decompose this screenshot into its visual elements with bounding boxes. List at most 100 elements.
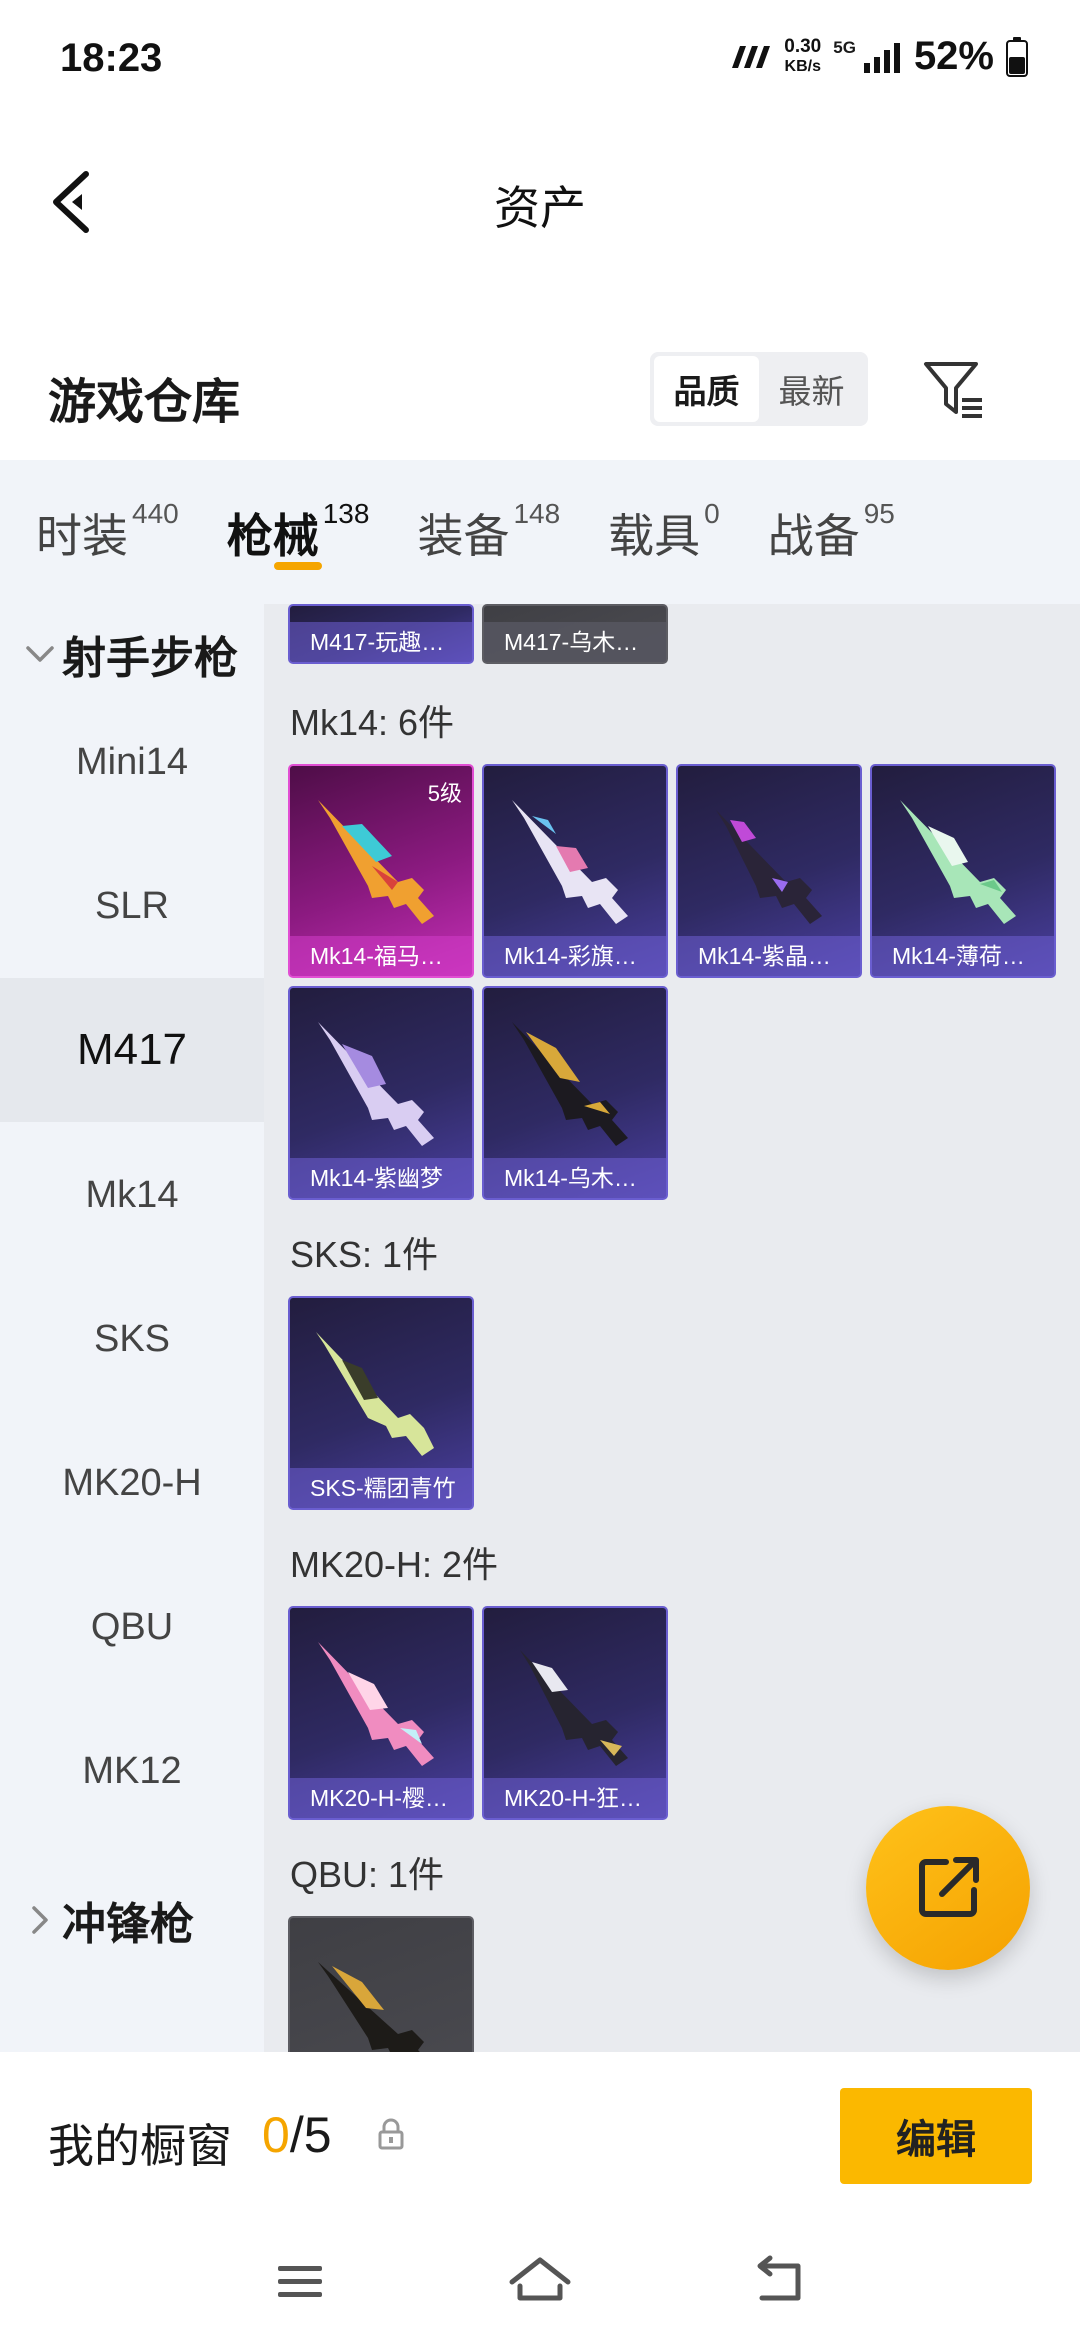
tab-count: 148 [513,498,561,529]
skin-card[interactable]: Mk14-乌木… [482,986,668,1200]
rifle-skin-image [900,800,1016,924]
sidebar-group-marksman-rifle[interactable]: 射手步枪 [0,628,264,683]
tab-fashion[interactable]: 时装 440 [36,460,179,604]
skin-name: MK20-H-狂… [484,1778,666,1818]
tab-label: 时装 [36,510,128,562]
skin-name: Mk14-薄荷… [872,936,1054,976]
skin-level: 5级 [427,781,462,806]
rifle-skin-image [318,800,434,924]
section-title-mk14: Mk14: 6件 [290,702,455,743]
skin-card[interactable]: Mk14-彩旗… [482,764,668,978]
sidebar-item-mk20h[interactable]: MK20-H [0,1411,264,1555]
battery-percent: 52% [913,34,994,78]
skin-name: M417-玩趣… [290,622,472,662]
category-tabs: 时装 440 枪械 138 装备 148 载具 0 战备 95 [0,460,1080,604]
sidebar-item-sks[interactable]: SKS [0,1267,264,1411]
skin-name: M417-乌木… [484,622,666,662]
sidebar-item-m417[interactable]: M417 [0,978,264,1122]
warehouse-title: 游戏仓库 [48,376,241,429]
tab-firearms[interactable]: 枪械 138 [226,460,370,604]
back-icon [757,2255,801,2301]
status-indicators: 0.30 KB/s 5G 52% [728,34,1028,79]
status-time: 18:23 [60,36,163,80]
skin-card[interactable] [288,1916,474,2052]
nav-back-button[interactable] [740,2246,820,2316]
skin-card[interactable]: M417-玩趣… [288,604,474,664]
chevron-right-icon [32,1906,48,1934]
showcase-label: 我的橱窗 [48,2120,232,2172]
app-logo-icon [732,45,771,68]
showcase-total: /5 [289,2107,332,2163]
tab-label: 枪械 [226,510,319,562]
tab-count: 440 [132,498,179,529]
share-fab-button[interactable] [866,1806,1030,1970]
net-speed-unit: KB/s [784,57,821,75]
skin-card[interactable]: Mk14-紫晶… [676,764,862,978]
skin-name: SKS-糯团青竹 [290,1468,472,1508]
skin-name: Mk14-乌木… [484,1158,666,1198]
skin-card[interactable]: M417-乌木… [482,604,668,664]
skin-card[interactable]: Mk14-紫幽梦 [288,986,474,1200]
filter-icon [924,362,982,418]
rifle-skin-image [318,1642,434,1766]
nav-menu-button[interactable] [260,2246,340,2316]
net-speed-value: 0.30 [784,35,822,57]
tab-label: 载具 [608,510,701,562]
tab-count: 95 [863,498,895,529]
page-title: 资产 [494,182,586,234]
warehouse-bar: 游戏仓库 品质 最新 [0,340,1080,460]
section-title-qbu: QBU: 1件 [290,1854,445,1895]
tab-label: 装备 [417,510,510,562]
sidebar-group-smg[interactable]: 冲锋枪 [0,1890,264,1950]
share-external-icon [919,1857,979,1917]
showcase-bar: 我的橱窗 0/5 编辑 [0,2052,1080,2222]
section-title-sks: SKS: 1件 [290,1234,439,1275]
rifle-skin-image [512,1022,628,1146]
edit-button[interactable]: 编辑 [840,2088,1032,2184]
rifle-skin-image [316,1332,434,1456]
showcase-used-count: 0 [262,2107,290,2163]
skin-name: MK20-H-樱… [290,1778,472,1818]
skin-card[interactable]: SKS-糯团青竹 [288,1296,474,1510]
skin-card[interactable]: MK20-H-狂… [482,1606,668,1820]
app-header: 资产 [0,140,1080,260]
menu-icon [278,2266,322,2297]
weapon-type-sidebar: 射手步枪 Mini14 SLR M417 Mk14 SKS MK20-H QBU… [0,604,264,2052]
network-type: 5G [833,38,856,57]
skin-card[interactable]: Mk14-薄荷… [870,764,1056,978]
skin-card[interactable]: MK20-H-樱… [288,1606,474,1820]
sidebar-item-mk14[interactable]: Mk14 [0,1123,264,1267]
sidebar-item-mk12[interactable]: MK12 [0,1699,264,1843]
rifle-skin-image [318,1022,434,1146]
skin-name: Mk14-紫幽梦 [290,1158,472,1198]
skin-card[interactable]: 5级 Mk14-福马… [288,764,474,978]
rifle-skin-image [520,1650,628,1766]
section-title-mk20h: MK20-H: 2件 [290,1544,499,1585]
sidebar-item-qbu[interactable]: QBU [0,1555,264,1699]
home-icon [509,2257,571,2301]
tab-label: 战备 [767,510,860,562]
skin-name: Mk14-福马… [290,936,472,976]
showcase-count: 0/5 [262,2106,332,2164]
sidebar-item-slr[interactable]: SLR [0,834,264,978]
net-speed: 0.30 KB/s [784,35,822,77]
sidebar-group-label: 射手步枪 [62,634,238,683]
nav-home-button[interactable] [500,2246,580,2316]
filter-button[interactable] [920,356,988,424]
tab-supplies[interactable]: 战备 95 [768,460,895,604]
system-nav-bar [0,2222,1080,2344]
rifle-skin-image [512,800,628,924]
tab-count: 138 [322,498,370,529]
sidebar-item-mini14[interactable]: Mini14 [0,690,264,834]
signal-icon [863,42,900,73]
sidebar-group-label: 冲锋枪 [62,1900,194,1949]
rifle-skin-image [716,810,822,924]
sort-quality-option[interactable]: 品质 [654,356,759,422]
skin-name: Mk14-彩旗… [484,936,666,976]
chevron-down-icon [26,646,54,662]
tab-equipment[interactable]: 装备 148 [417,460,560,604]
sort-newest-option[interactable]: 最新 [759,356,864,422]
active-tab-indicator [273,562,322,570]
tab-vehicles[interactable]: 载具 0 [608,460,720,604]
battery-icon [1006,36,1028,77]
